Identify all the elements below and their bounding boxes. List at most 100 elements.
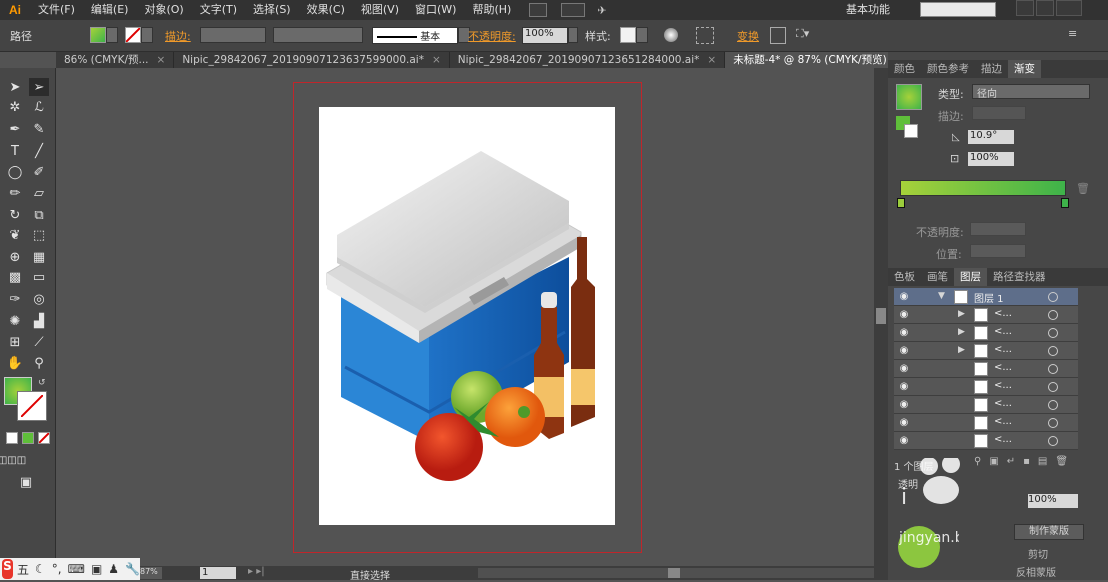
tab-brushes[interactable]: 画笔 xyxy=(921,268,954,286)
artboard[interactable] xyxy=(319,107,615,525)
isolate-icon[interactable] xyxy=(770,27,786,44)
gradient-preview-swatch[interactable] xyxy=(896,84,922,110)
gradient-position-field[interactable] xyxy=(970,244,1026,258)
perspective-grid-icon[interactable]: ▦ xyxy=(29,248,49,266)
sublayer-name[interactable]: <... xyxy=(994,308,1012,319)
cooler-illustration[interactable] xyxy=(319,107,615,525)
layer-row[interactable]: ◉ <... xyxy=(894,432,1078,450)
symbol-sprayer-icon[interactable]: ✺ xyxy=(5,312,25,330)
magic-wand-icon[interactable]: ✲ xyxy=(5,98,25,116)
target-icon[interactable] xyxy=(1048,346,1058,356)
menu-file[interactable]: 文件(F) xyxy=(30,0,83,20)
vertical-scrollbar[interactable] xyxy=(874,68,888,566)
stroke-swatch[interactable] xyxy=(125,27,141,43)
free-transform-icon[interactable]: ⬚ xyxy=(29,226,49,244)
gradient-tool-icon[interactable]: ▭ xyxy=(29,268,49,286)
artboard-tool-icon[interactable]: ⊞ xyxy=(5,333,25,351)
gpu-performance-icon[interactable]: ✈ xyxy=(597,4,606,17)
line-tool-icon[interactable]: ╱ xyxy=(29,142,49,160)
opacity-dropdown[interactable] xyxy=(568,27,578,43)
graphic-style-swatch[interactable] xyxy=(620,27,636,43)
expand-icon[interactable]: ▶ xyxy=(958,309,965,319)
gradient-stop-right[interactable] xyxy=(1061,198,1069,208)
eye-icon[interactable]: ◉ xyxy=(896,435,912,447)
tab-stroke[interactable]: 描边 xyxy=(975,60,1008,78)
tab-color[interactable]: 颜色 xyxy=(888,60,921,78)
target-icon[interactable] xyxy=(1048,292,1058,302)
opacity-field[interactable]: 100% xyxy=(522,27,568,44)
target-icon[interactable] xyxy=(1048,364,1058,374)
pencil-icon[interactable]: ✏ xyxy=(5,184,25,202)
eye-icon[interactable]: ◉ xyxy=(896,417,912,429)
eyedropper-icon[interactable]: ✑ xyxy=(5,290,25,308)
gradient-angle-field[interactable]: 10.9° xyxy=(968,130,1014,144)
target-icon[interactable] xyxy=(1048,382,1058,392)
tab-swatches[interactable]: 色板 xyxy=(888,268,921,286)
punctuation-icon[interactable]: °, xyxy=(52,562,62,576)
panel-menu-icon[interactable]: ≡ xyxy=(1068,27,1077,44)
screen-mode-icon[interactable]: ▣ xyxy=(16,473,36,491)
recolor-icon[interactable] xyxy=(664,28,678,42)
eye-icon[interactable]: ◉ xyxy=(896,363,912,375)
menu-type[interactable]: 文字(T) xyxy=(192,0,245,20)
eye-icon[interactable]: ◉ xyxy=(896,291,912,303)
user-icon[interactable]: ♟ xyxy=(108,562,119,576)
h-scroll-track[interactable] xyxy=(478,568,874,578)
eye-icon[interactable]: ◉ xyxy=(896,327,912,339)
warp-tool-icon[interactable]: ❦ xyxy=(5,226,25,244)
stroke-color-box[interactable] xyxy=(17,391,47,421)
menu-help[interactable]: 帮助(H) xyxy=(464,0,519,20)
sublayer-name[interactable]: <... xyxy=(994,344,1012,355)
layer-row[interactable]: ◉ ▶ <... xyxy=(894,324,1078,342)
layer-row[interactable]: ◉ <... xyxy=(894,378,1078,396)
keyboard-icon[interactable]: ⌨ xyxy=(68,562,85,576)
expand-icon[interactable]: ▶ xyxy=(958,345,965,355)
sublayer-name[interactable]: <... xyxy=(994,434,1012,445)
sublayer-name[interactable]: <... xyxy=(994,398,1012,409)
eye-icon[interactable]: ◉ xyxy=(896,345,912,357)
pen-tool-icon[interactable]: ✒ xyxy=(5,120,25,138)
swap-colors-icon[interactable]: ↺ xyxy=(38,378,46,388)
align-icon[interactable] xyxy=(696,27,714,44)
minimize-button[interactable] xyxy=(1016,0,1034,16)
layer-row[interactable]: ◉ ▶ <... xyxy=(894,306,1078,324)
expand-icon[interactable]: ▼ xyxy=(938,291,945,301)
eye-icon[interactable]: ◉ xyxy=(896,309,912,321)
select-similar-icon[interactable]: ⛶▾ xyxy=(796,27,816,44)
graphic-style-dropdown[interactable] xyxy=(636,27,648,43)
tab-gradient[interactable]: 渐变 xyxy=(1008,60,1041,78)
target-icon[interactable] xyxy=(1048,328,1058,338)
layer-name[interactable]: 图层 1 xyxy=(974,290,1004,305)
scroll-thumb[interactable] xyxy=(876,308,886,324)
layer-row[interactable]: ◉ <... xyxy=(894,396,1078,414)
eye-icon[interactable]: ◉ xyxy=(896,399,912,411)
close-button[interactable] xyxy=(1056,0,1082,16)
tab-doc-2[interactable]: Nipic_29842067_20190907123637599000.ai* × xyxy=(174,52,450,68)
page-nav-icon[interactable]: ▸ ▸| xyxy=(248,566,265,577)
tab-doc-active[interactable]: 未标题-4* @ 87% (CMYK/预览)× xyxy=(725,52,913,68)
menu-view[interactable]: 视图(V) xyxy=(353,0,407,20)
gradient-slider[interactable] xyxy=(900,180,1066,196)
layer-row[interactable]: ◉ <... xyxy=(894,360,1078,378)
target-icon[interactable] xyxy=(1048,310,1058,320)
tab-color-guide[interactable]: 颜色参考 xyxy=(921,60,975,78)
gradient-stop-left[interactable] xyxy=(897,198,905,208)
brush-definition[interactable]: 基本 xyxy=(372,27,458,44)
layer-row[interactable]: ◉ ▶ <... xyxy=(894,342,1078,360)
fill-dropdown[interactable] xyxy=(106,27,118,43)
stroke-weight-field[interactable] xyxy=(200,27,266,43)
expand-icon[interactable]: ▶ xyxy=(958,327,965,337)
search-input[interactable] xyxy=(920,2,996,17)
slice-tool-icon[interactable]: ⟋ xyxy=(29,333,49,351)
menu-effect[interactable]: 效果(C) xyxy=(299,0,353,20)
draw-mode-icon[interactable]: ◫◫◫ xyxy=(0,451,26,469)
tab-doc-1[interactable]: 86% (CMYK/预... × xyxy=(56,52,175,68)
variable-width-dropdown[interactable] xyxy=(273,27,363,43)
curvature-tool-icon[interactable]: ✎ xyxy=(29,120,49,138)
hand-tool-icon[interactable]: ✋ xyxy=(5,354,25,372)
maximize-button[interactable] xyxy=(1036,0,1054,16)
scale-tool-icon[interactable]: ⧉ xyxy=(29,206,49,224)
menu-object[interactable]: 对象(O) xyxy=(136,0,191,20)
eraser-icon[interactable]: ▱ xyxy=(29,184,49,202)
canvas-area[interactable] xyxy=(56,68,888,566)
